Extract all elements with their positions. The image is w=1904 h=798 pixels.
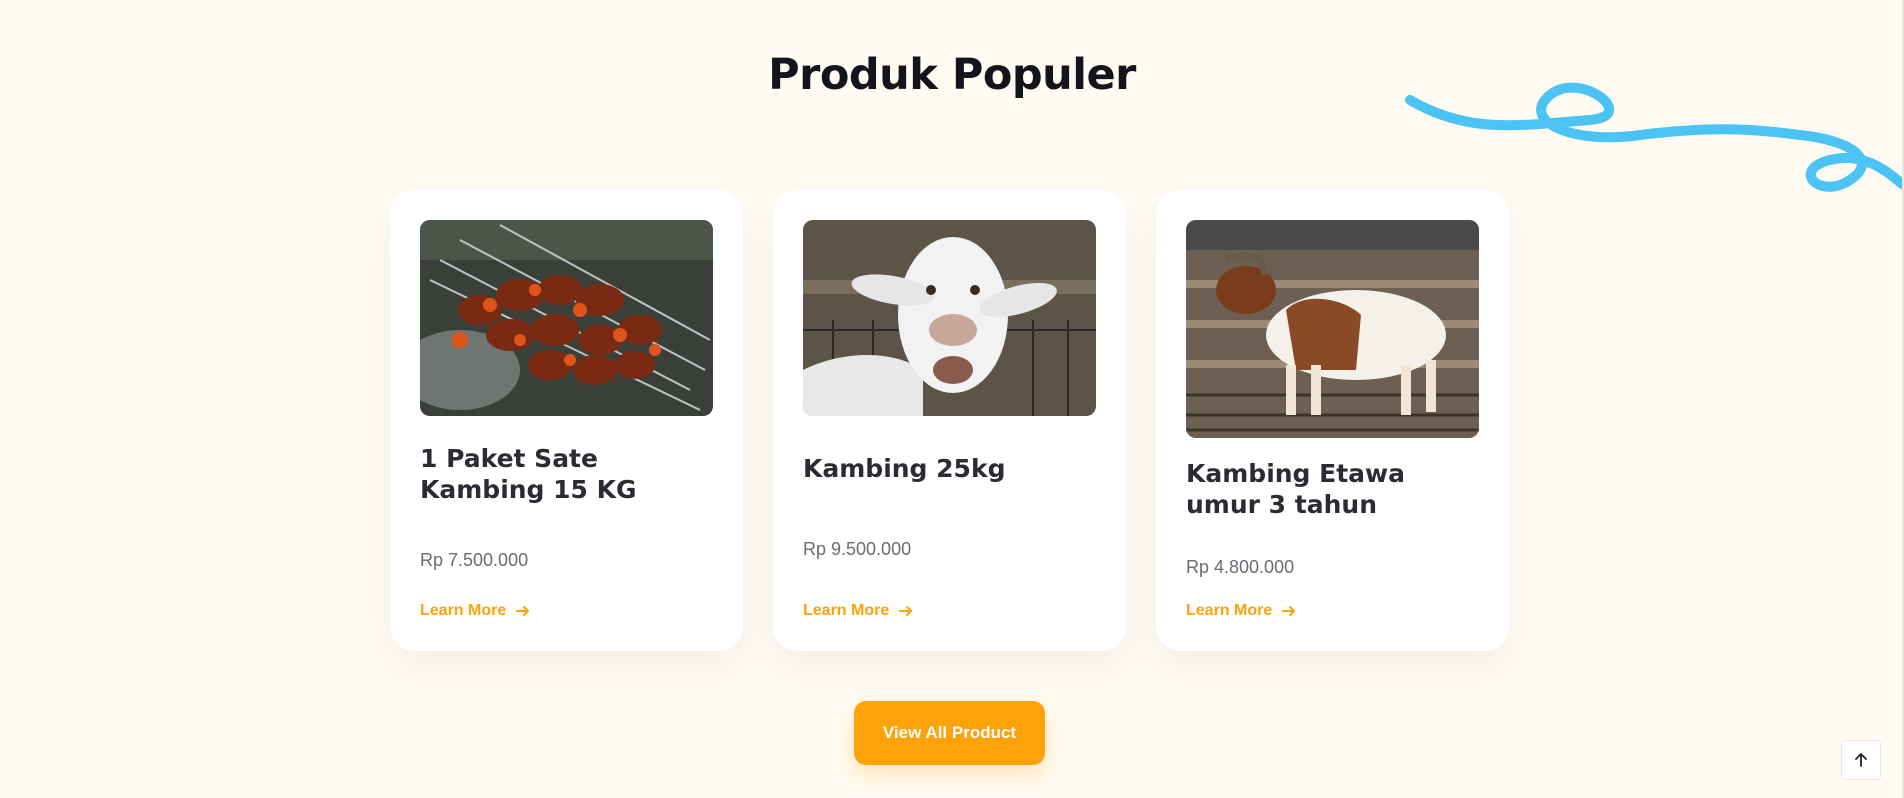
learn-more-label: Learn More: [420, 602, 507, 619]
arrow-right-icon: [516, 606, 530, 616]
product-title: Kambing Etawa umur 3 tahun: [1186, 459, 1406, 519]
arrow-up-icon: [1855, 753, 1867, 767]
product-image: [803, 220, 1096, 416]
learn-more-link[interactable]: Learn More: [1186, 602, 1296, 620]
product-image: [420, 220, 713, 416]
product-price: Rp 7.500.000: [420, 550, 529, 570]
product-title: Kambing 25kg: [803, 454, 1006, 483]
arrow-right-icon: [899, 606, 913, 616]
product-card[interactable]: 1 Paket Sate Kambing 15 KG Rp 7.500.000 …: [390, 190, 743, 651]
learn-more-label: Learn More: [1186, 602, 1273, 619]
section-title: Produk Populer: [768, 50, 1136, 100]
learn-more-link[interactable]: Learn More: [420, 602, 530, 620]
view-all-product-button[interactable]: View All Product: [854, 701, 1045, 765]
product-cards: 1 Paket Sate Kambing 15 KG Rp 7.500.000 …: [390, 190, 1514, 651]
product-image: [1186, 220, 1479, 438]
product-card[interactable]: Kambing 25kg Rp 9.500.000 Learn More: [773, 190, 1126, 651]
arrow-right-icon: [1282, 606, 1296, 616]
product-price: Rp 4.800.000: [1186, 557, 1295, 577]
product-card[interactable]: Kambing Etawa umur 3 tahun Rp 4.800.000 …: [1156, 190, 1509, 651]
popular-products-section: Produk Populer 1 Paket Sate Kambing 15 K…: [0, 0, 1904, 798]
learn-more-link[interactable]: Learn More: [803, 602, 913, 620]
product-title: 1 Paket Sate Kambing 15 KG: [420, 444, 637, 504]
scroll-to-top-button[interactable]: [1841, 740, 1881, 780]
product-price: Rp 9.500.000: [803, 539, 912, 559]
learn-more-label: Learn More: [803, 602, 890, 619]
